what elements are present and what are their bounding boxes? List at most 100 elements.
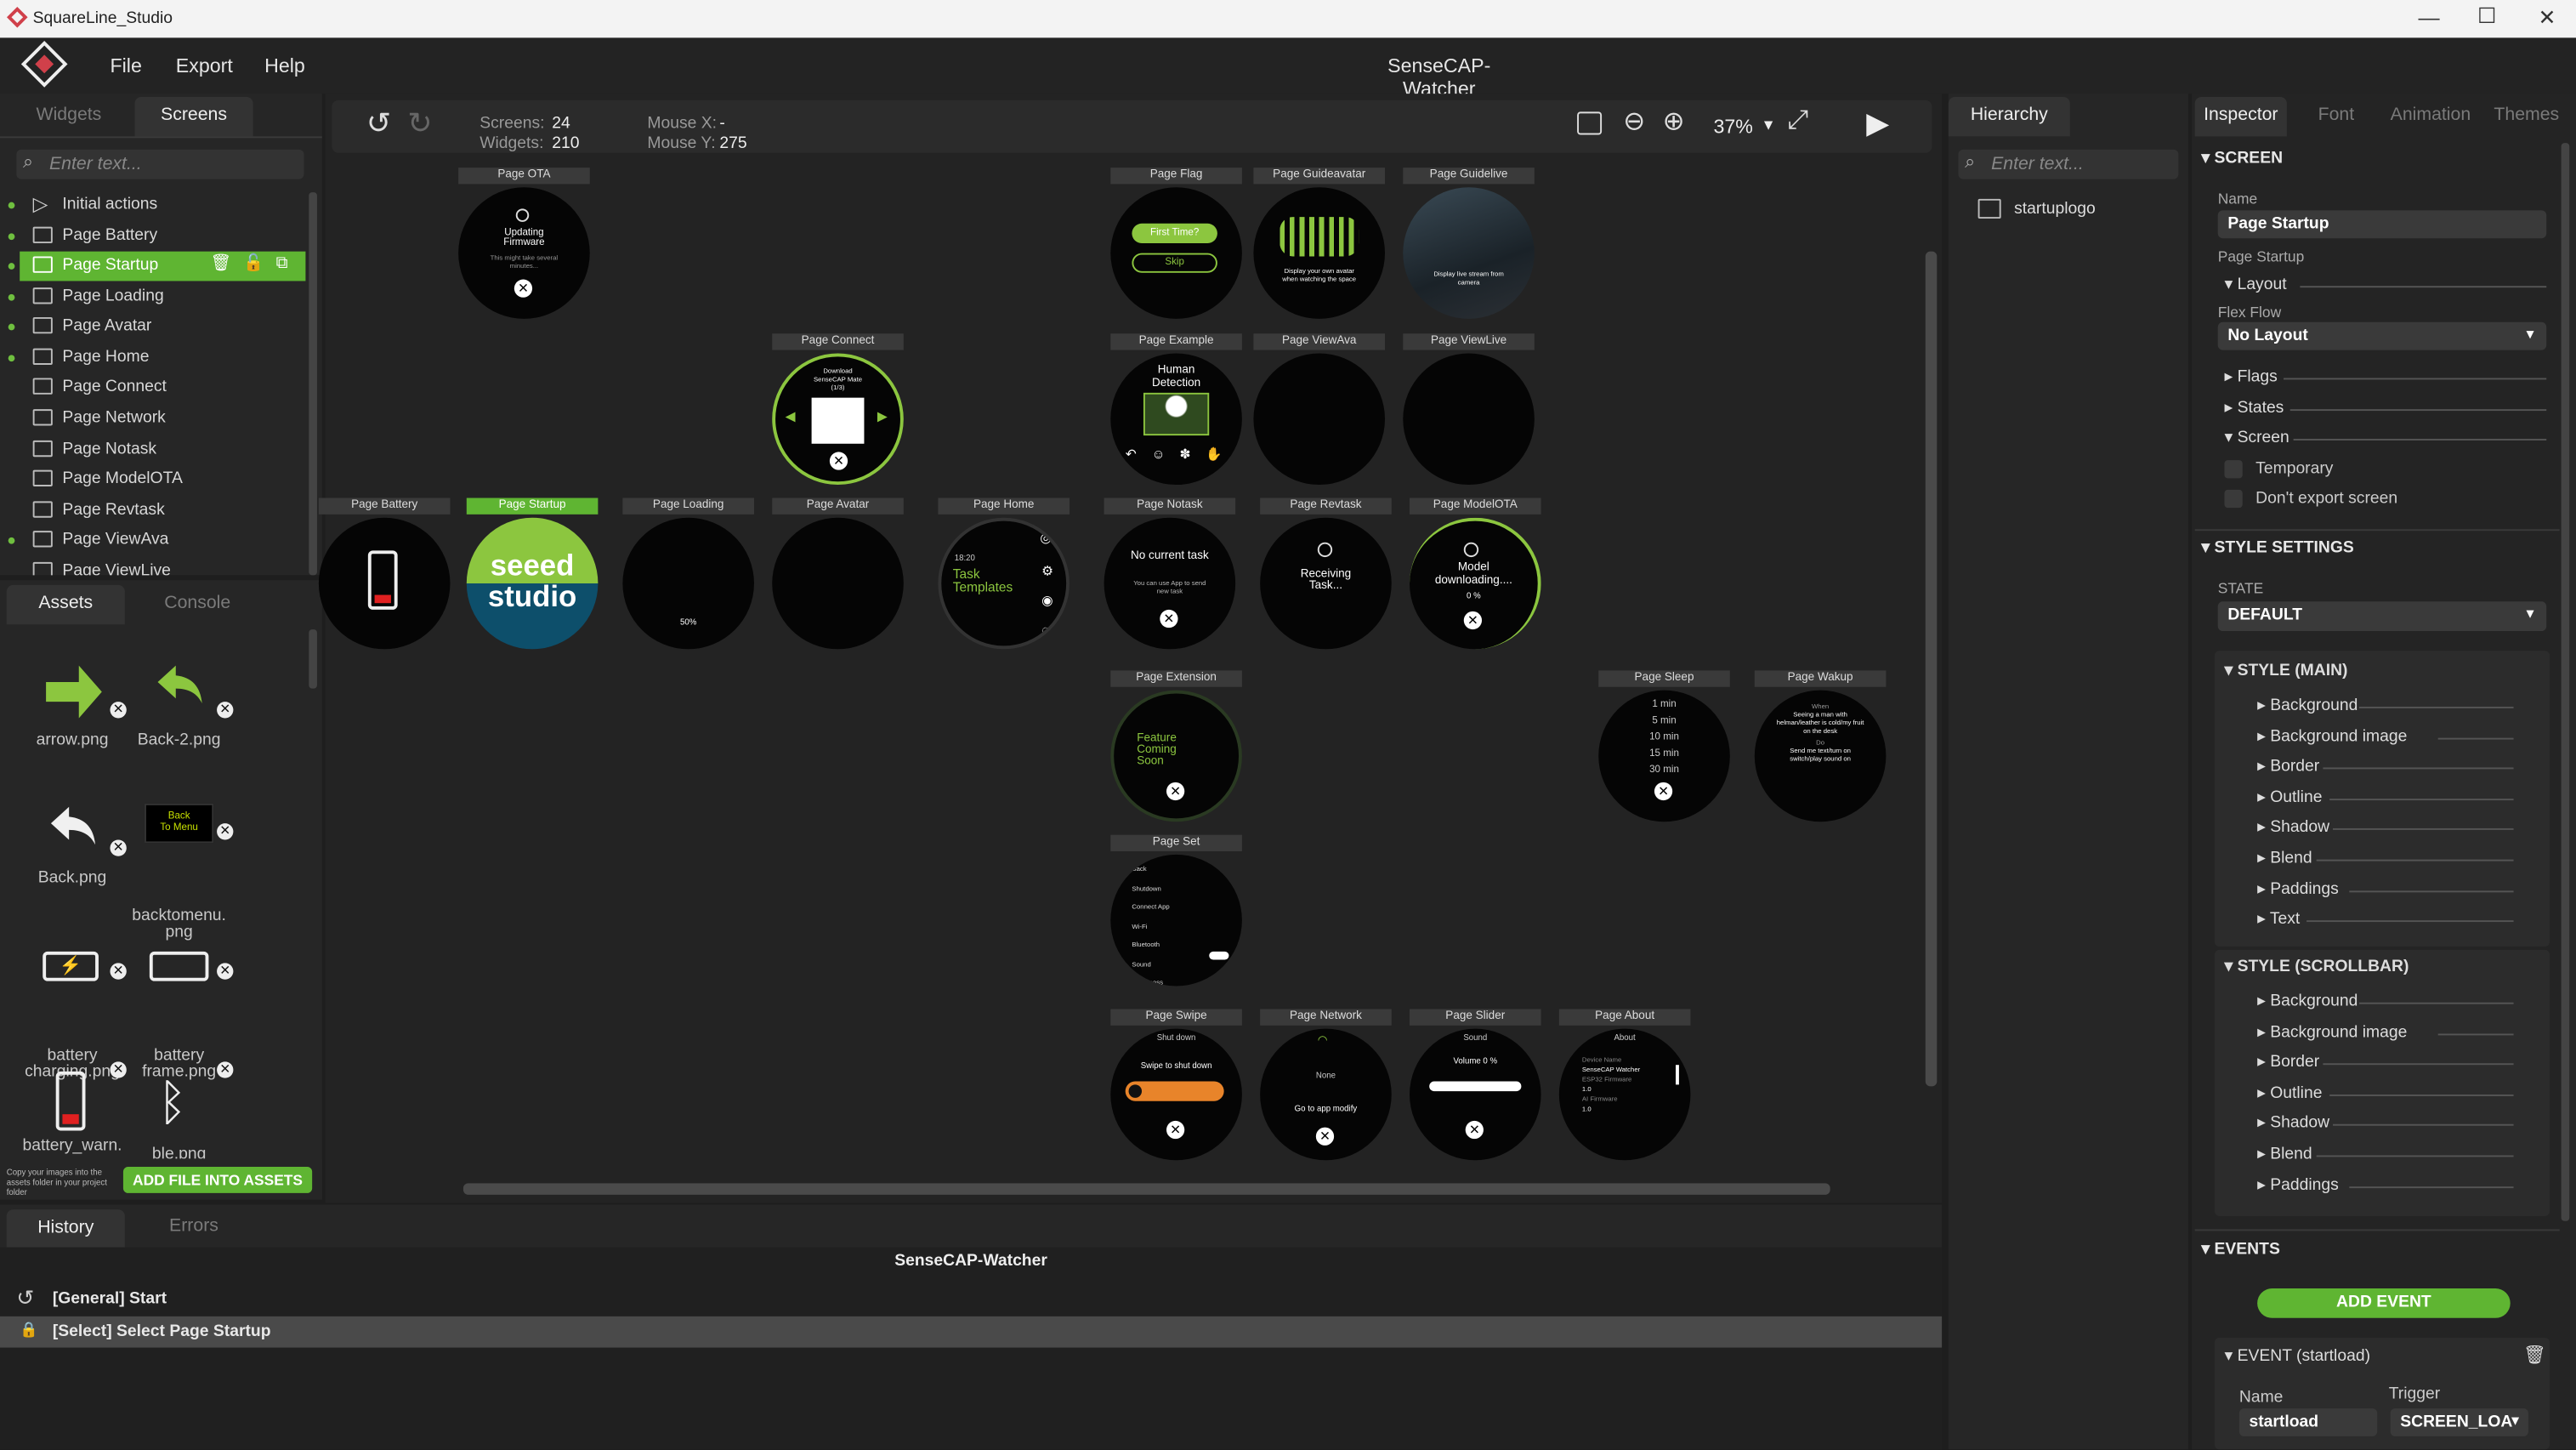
screen-item-battery[interactable]: Page Battery bbox=[8, 222, 305, 252]
event-name-input[interactable]: startload bbox=[2238, 1408, 2378, 1436]
prop-shadow[interactable]: ▸ Shadow bbox=[2257, 1114, 2514, 1132]
remove-asset-icon[interactable]: ✕ bbox=[110, 963, 127, 980]
canvas-hscrollbar[interactable] bbox=[462, 1183, 1830, 1195]
minimize-icon[interactable]: — bbox=[2418, 5, 2439, 30]
assets-scrollbar[interactable] bbox=[309, 629, 317, 689]
asset-back-2[interactable]: ✕ Back-2.png bbox=[128, 665, 234, 749]
screen-thumbnail-extension[interactable]: Feature Coming Soon ✕ bbox=[1110, 690, 1242, 822]
screen-label[interactable]: Page Network bbox=[1260, 1009, 1392, 1026]
screen-label[interactable]: Page ModelOTA bbox=[1409, 498, 1541, 515]
screen-thumbnail-battery[interactable] bbox=[318, 517, 451, 650]
screen-thumbnail-connect[interactable]: Download SenseCAP Mate (1/3) ◀ ▶ ✕ bbox=[772, 353, 904, 486]
screen-item-notask[interactable]: Page Notask bbox=[20, 435, 305, 465]
screen-label[interactable]: Page Sleep bbox=[1598, 670, 1730, 687]
screen-thumbnail-guideavatar[interactable]: Display your own avatar when watching th… bbox=[1253, 187, 1386, 319]
tab-screens[interactable]: Screens bbox=[134, 97, 253, 137]
section-events[interactable]: ▾ EVENTS bbox=[2201, 1241, 2279, 1259]
tab-errors[interactable]: Errors bbox=[169, 1216, 218, 1236]
zoom-out-icon[interactable]: ⊖ bbox=[1623, 105, 1645, 139]
asset-back[interactable]: ✕ Back.png bbox=[21, 806, 127, 887]
inspector-scrollbar[interactable] bbox=[2561, 143, 2570, 1221]
history-item-selected[interactable]: 🔒 [Select] Select Page Startup bbox=[0, 1316, 1943, 1348]
squareline-logo-icon[interactable] bbox=[20, 41, 68, 88]
menu-export[interactable]: Export bbox=[176, 54, 233, 77]
play-preview-icon[interactable]: ▶ bbox=[1866, 107, 1889, 142]
section-screen-header[interactable]: ▾ SCREEN bbox=[2201, 150, 2283, 168]
screen-item-viewava[interactable]: Page ViewAva bbox=[8, 526, 305, 555]
style-main-header[interactable]: ▾ STYLE (MAIN) bbox=[2224, 662, 2347, 680]
screen-section[interactable]: ▾ Screen bbox=[2224, 429, 2547, 447]
screen-item-viewlive[interactable]: Page ViewLive bbox=[20, 557, 305, 576]
screens-scrollbar[interactable] bbox=[309, 192, 317, 576]
screen-thumbnail-home[interactable]: 18:20 Task Templates ◎ ⚙ ◉ ◌ bbox=[938, 517, 1070, 650]
prop-outline[interactable]: ▸ Outline bbox=[2257, 1084, 2514, 1103]
screen-thumbnail-revtask[interactable]: Receiving Task... bbox=[1260, 517, 1392, 650]
prop-text[interactable]: ▸ Text bbox=[2257, 911, 2514, 929]
redo-icon[interactable]: ↻ bbox=[407, 107, 432, 142]
screen-label[interactable]: Page Loading bbox=[622, 498, 754, 515]
hierarchy-item-startuplogo[interactable]: startuplogo bbox=[1977, 196, 2176, 222]
prop-paddings[interactable]: ▸ Paddings bbox=[2257, 881, 2514, 899]
prop-border[interactable]: ▸ Border bbox=[2257, 758, 2514, 776]
screen-label[interactable]: Page Connect bbox=[772, 333, 904, 350]
flags-section[interactable]: ▸ Flags bbox=[2224, 368, 2547, 386]
screen-label[interactable]: Page Set bbox=[1110, 834, 1242, 851]
remove-asset-icon[interactable]: ✕ bbox=[217, 823, 234, 840]
tab-animation[interactable]: Animation bbox=[2391, 105, 2471, 125]
tab-assets[interactable]: Assets bbox=[6, 584, 125, 625]
background-image-icon[interactable] bbox=[1577, 111, 1603, 135]
prop-blend[interactable]: ▸ Blend bbox=[2257, 1146, 2514, 1163]
states-section[interactable]: ▸ States bbox=[2224, 400, 2547, 418]
temporary-checkbox[interactable] bbox=[2224, 460, 2243, 479]
screen-label[interactable]: Page Guidelive bbox=[1403, 168, 1535, 185]
prop-background[interactable]: ▸ Background bbox=[2257, 697, 2514, 715]
screen-thumbnail-ota[interactable]: Updating Firmware This might take several… bbox=[458, 187, 590, 319]
prop-background-image[interactable]: ▸ Background image bbox=[2257, 728, 2514, 746]
screen-item-home[interactable]: Page Home bbox=[8, 344, 305, 373]
screen-thumbnail-about[interactable]: About Device Name SenseCAP Watcher ESP32… bbox=[1558, 1028, 1691, 1161]
tab-inspector[interactable]: Inspector bbox=[2194, 97, 2287, 137]
layout-select[interactable]: No Layout ▼ bbox=[2217, 321, 2547, 350]
screen-label[interactable]: Page Flag bbox=[1110, 168, 1242, 185]
style-scrollbar-header[interactable]: ▾ STYLE (SCROLLBAR) bbox=[2224, 958, 2409, 976]
screen-thumbnail-startup[interactable]: seeed studio bbox=[466, 517, 599, 650]
screen-item-initial-actions[interactable]: ▷ Initial actions bbox=[8, 190, 305, 220]
zoom-dropdown-icon[interactable]: ▼ bbox=[1762, 117, 1776, 133]
prop-paddings[interactable]: ▸ Paddings bbox=[2257, 1177, 2514, 1195]
add-file-button[interactable]: ADD FILE INTO ASSETS bbox=[122, 1167, 313, 1193]
tab-history[interactable]: History bbox=[6, 1209, 125, 1248]
prop-border[interactable]: ▸ Border bbox=[2257, 1054, 2514, 1072]
undo-icon[interactable]: ↺ bbox=[366, 107, 391, 142]
tab-console[interactable]: Console bbox=[164, 594, 230, 613]
screen-label[interactable]: Page Home bbox=[938, 498, 1070, 515]
close-icon[interactable]: ✕ bbox=[2539, 5, 2556, 31]
canvas-vscrollbar[interactable] bbox=[1925, 251, 1938, 1087]
remove-asset-icon[interactable]: ✕ bbox=[110, 839, 127, 856]
screen-label[interactable]: Page ViewAva bbox=[1253, 333, 1386, 350]
screen-item-network[interactable]: Page Network bbox=[20, 404, 305, 434]
asset-battery-charging[interactable]: ⚡ ✕ battery charging.png bbox=[21, 951, 127, 1082]
screen-label[interactable]: Page Avatar bbox=[772, 498, 904, 515]
screen-thumbnail-loading[interactable]: 50% bbox=[622, 517, 754, 650]
screen-thumbnail-flag[interactable]: First Time? Skip bbox=[1110, 187, 1242, 319]
remove-asset-icon[interactable]: ✕ bbox=[217, 1061, 234, 1078]
screen-label[interactable]: Page Slider bbox=[1409, 1009, 1541, 1026]
screen-item-modelota[interactable]: Page ModelOTA bbox=[20, 465, 305, 495]
remove-asset-icon[interactable]: ✕ bbox=[217, 702, 234, 719]
screen-thumbnail-modelota[interactable]: Model downloading.... 0 % ✕ bbox=[1409, 517, 1541, 650]
add-event-button[interactable]: ADD EVENT bbox=[2257, 1288, 2511, 1318]
screen-item-startup[interactable]: Page Startup 🗑 🔓 ⧉ bbox=[8, 251, 306, 281]
screen-thumbnail-avatar[interactable] bbox=[772, 517, 904, 650]
screen-label[interactable]: Page Notask bbox=[1104, 498, 1236, 515]
remove-asset-icon[interactable]: ✕ bbox=[217, 963, 234, 980]
asset-battery-warn[interactable]: ✕ battery_warn. bbox=[21, 1061, 127, 1155]
screen-item-revtask[interactable]: Page Revtask bbox=[20, 497, 305, 526]
tab-font[interactable]: Font bbox=[2318, 105, 2355, 125]
screen-thumbnail-slider[interactable]: Sound Volume 0 % ✕ bbox=[1409, 1028, 1541, 1161]
menu-file[interactable]: File bbox=[110, 54, 141, 77]
screen-item-avatar[interactable]: Page Avatar bbox=[8, 312, 305, 342]
screen-thumbnail-example[interactable]: Human Detection ↶ ☺ ✽ ✋ bbox=[1110, 353, 1242, 486]
prop-shadow[interactable]: ▸ Shadow bbox=[2257, 818, 2514, 837]
fit-screen-icon[interactable]: ⤢ bbox=[1787, 107, 1808, 137]
state-select[interactable]: DEFAULT ▼ bbox=[2217, 601, 2547, 632]
